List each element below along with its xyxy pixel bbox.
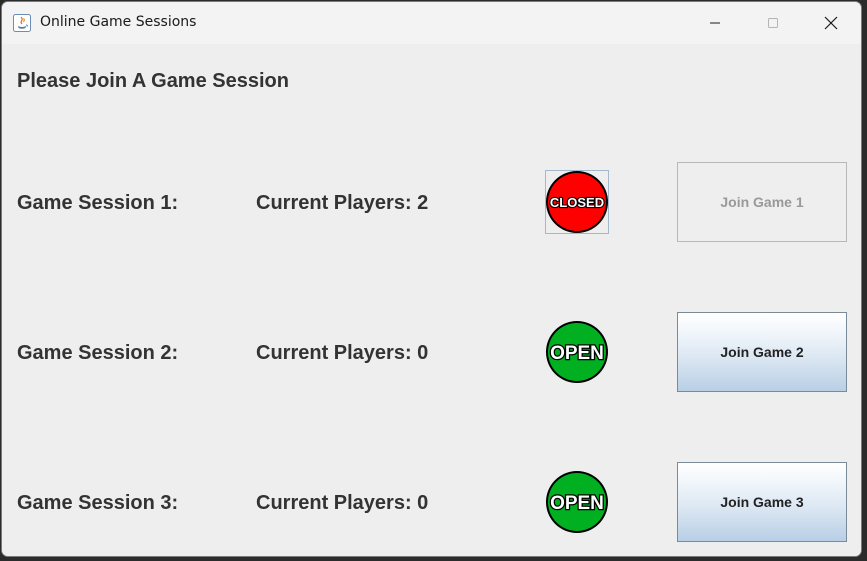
session-1-label: Game Session 1: <box>17 192 179 214</box>
minimize-icon <box>710 22 720 24</box>
content-panel: Please Join A Game Session Game Session … <box>2 44 861 556</box>
session-2-status-icon: OPEN <box>545 320 609 384</box>
window-title: Online Game Sessions <box>40 14 197 30</box>
session-2-status-text: OPEN <box>550 343 604 364</box>
java-icon <box>13 14 31 32</box>
maximize-icon <box>768 18 778 28</box>
app-window: Online Game Sessions Please Join A Game … <box>1 1 862 557</box>
page-heading: Please Join A Game Session <box>17 70 289 92</box>
close-button[interactable] <box>802 2 860 44</box>
session-3-status-icon: OPEN <box>545 470 609 534</box>
session-2-label: Game Session 2: <box>17 342 179 364</box>
close-icon <box>824 16 838 30</box>
session-3-label: Game Session 3: <box>17 492 179 514</box>
session-3-players: Current Players: 0 <box>256 492 429 514</box>
session-3-status-text: OPEN <box>550 493 604 514</box>
maximize-button <box>744 2 802 44</box>
join-game-2-button[interactable]: Join Game 2 <box>677 312 847 392</box>
join-game-3-button[interactable]: Join Game 3 <box>677 462 847 542</box>
session-2-players: Current Players: 0 <box>256 342 429 364</box>
minimize-button[interactable] <box>686 2 744 44</box>
session-1-players: Current Players: 2 <box>256 192 429 214</box>
title-bar[interactable]: Online Game Sessions <box>2 2 861 44</box>
session-1-status-icon: CLOSED <box>545 170 609 234</box>
session-1-status-text: CLOSED <box>550 195 604 210</box>
join-game-1-button[interactable]: Join Game 1 <box>677 162 847 242</box>
